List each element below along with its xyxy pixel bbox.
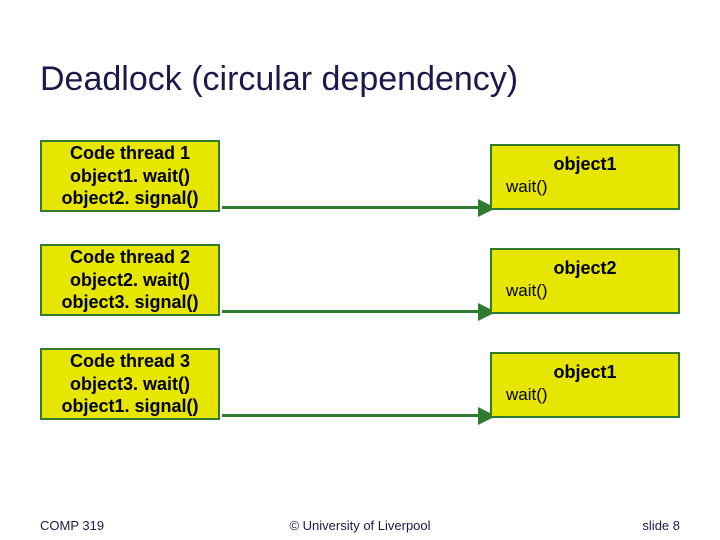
code-thread-2-head: Code thread 2 <box>70 246 190 269</box>
slide: Deadlock (circular dependency) Code thre… <box>0 0 720 540</box>
object-1-name: object1 <box>553 153 616 176</box>
code-thread-2-box: Code thread 2 object2. wait() object3. s… <box>40 244 220 316</box>
code-thread-1-l1: object1. wait() <box>70 165 190 188</box>
code-thread-3-head: Code thread 3 <box>70 350 190 373</box>
code-thread-1-l2: object2. signal() <box>61 187 198 210</box>
object-3-box: object1 wait() <box>490 352 680 418</box>
object-3-name: object1 <box>553 361 616 384</box>
code-thread-2-l1: object2. wait() <box>70 269 190 292</box>
object-2-name: object2 <box>553 257 616 280</box>
slide-title: Deadlock (circular dependency) <box>40 60 518 99</box>
footer-pagenum: slide 8 <box>642 518 680 533</box>
code-thread-3-l2: object1. signal() <box>61 395 198 418</box>
object-2-box: object2 wait() <box>490 248 680 314</box>
code-thread-1-box: Code thread 1 object1. wait() object2. s… <box>40 140 220 212</box>
code-thread-3-l1: object3. wait() <box>70 373 190 396</box>
footer-copyright: © University of Liverpool <box>0 518 720 533</box>
object-1-wait: wait() <box>506 176 548 197</box>
object-2-wait: wait() <box>506 280 548 301</box>
arrow-1-line <box>222 206 480 209</box>
object-1-box: object1 wait() <box>490 144 680 210</box>
code-thread-1-head: Code thread 1 <box>70 142 190 165</box>
arrow-2-line <box>222 310 480 313</box>
object-3-wait: wait() <box>506 384 548 405</box>
code-thread-2-l2: object3. signal() <box>61 291 198 314</box>
code-thread-3-box: Code thread 3 object3. wait() object1. s… <box>40 348 220 420</box>
arrow-3-line <box>222 414 480 417</box>
